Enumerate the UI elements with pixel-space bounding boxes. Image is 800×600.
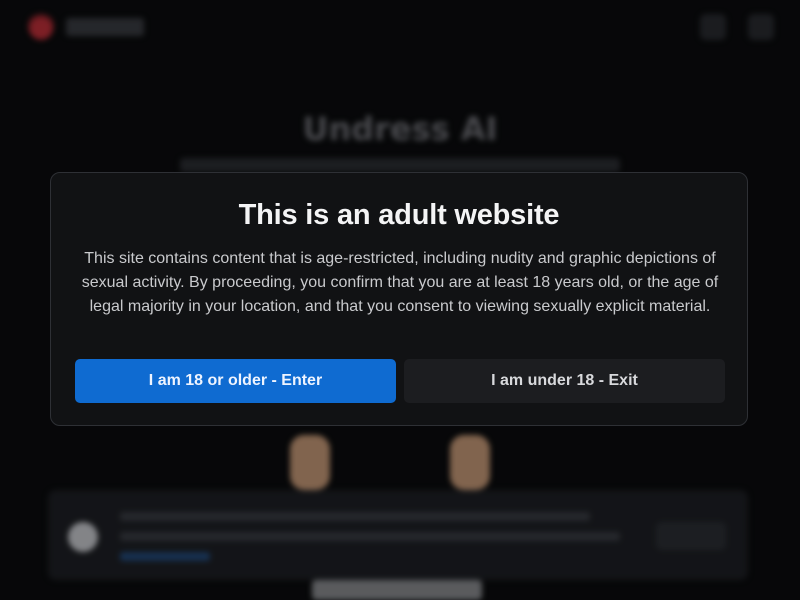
enter-button[interactable]: I am 18 or older - Enter [75, 359, 396, 403]
modal-title: This is an adult website [238, 199, 560, 231]
exit-button[interactable]: I am under 18 - Exit [404, 359, 725, 403]
age-verification-modal: This is an adult website This site conta… [50, 172, 748, 426]
modal-body-text: This site contains content that is age-r… [81, 250, 719, 315]
